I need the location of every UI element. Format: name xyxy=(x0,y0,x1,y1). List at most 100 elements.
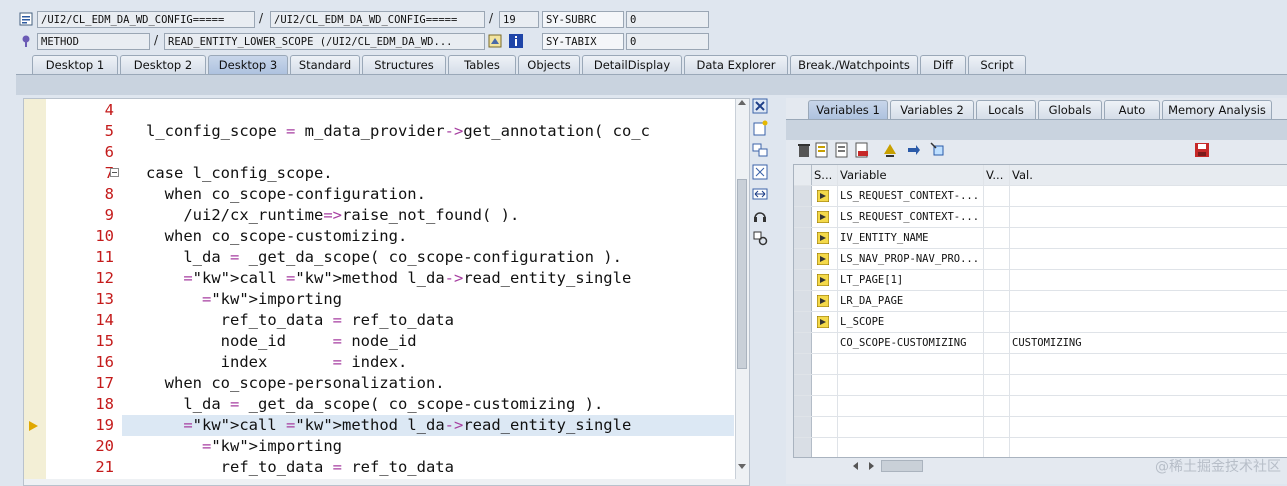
tab-structures[interactable]: Structures xyxy=(362,55,446,74)
resize-icon[interactable] xyxy=(752,186,768,202)
column-header-value[interactable]: Val. xyxy=(1010,165,1287,185)
delete-row-icon[interactable] xyxy=(854,142,870,158)
fold-toggle-icon[interactable] xyxy=(110,168,119,177)
navigate-icon[interactable] xyxy=(488,34,502,48)
scroll-up-arrow-icon[interactable] xyxy=(738,100,746,105)
insert-row-icon[interactable] xyxy=(814,142,830,158)
cell-value[interactable] xyxy=(1010,396,1287,416)
code-line[interactable]: 21 ref_to_data = ref_to_data xyxy=(24,457,749,478)
cell-variable[interactable]: LR_DA_PAGE xyxy=(838,291,984,311)
code-line[interactable]: 4 xyxy=(24,100,749,121)
code-line[interactable]: 13 ="kw">importing xyxy=(24,289,749,310)
maximize-icon[interactable] xyxy=(752,164,768,180)
table-row[interactable]: L_SCOPE xyxy=(794,312,1287,333)
cell-variable[interactable]: LS_REQUEST_CONTEXT-... xyxy=(838,186,984,206)
code-line[interactable]: 5 l_config_scope = m_data_provider->get_a… xyxy=(24,121,749,142)
code-line[interactable]: 9 /ui2/cx_runtime=>raise_not_found( ). xyxy=(24,205,749,226)
cell-variable[interactable]: LS_NAV_PROP-NAV_PRO... xyxy=(838,249,984,269)
table-row[interactable]: LT_PAGE[1] xyxy=(794,270,1287,291)
cell-variable[interactable]: LS_REQUEST_CONTEXT-... xyxy=(838,207,984,227)
cell-value[interactable] xyxy=(1010,207,1287,227)
row-selector[interactable] xyxy=(794,207,812,227)
editor-horizontal-scrollbar[interactable] xyxy=(24,479,749,485)
code-line[interactable]: 11 l_da = _get_da_scope( co_scope-config… xyxy=(24,247,749,268)
tab-detaildisplay[interactable]: DetailDisplay xyxy=(582,55,682,74)
row-selector[interactable] xyxy=(794,396,812,416)
code-line[interactable]: 7 case l_config_scope. xyxy=(24,163,749,184)
sysvar-value-field[interactable]: 0 xyxy=(626,33,709,50)
tab-auto[interactable]: Auto xyxy=(1104,100,1160,119)
save-icon[interactable] xyxy=(1194,142,1210,158)
delete-icon[interactable] xyxy=(796,142,812,158)
editor-vertical-scrollbar[interactable] xyxy=(735,99,749,485)
table-row[interactable] xyxy=(794,354,1287,375)
cell-value[interactable] xyxy=(1010,417,1287,437)
grid-corner[interactable] xyxy=(794,165,812,185)
scroll-thumb[interactable] xyxy=(737,179,747,369)
sysvar-name-field[interactable]: SY-TABIX xyxy=(542,33,624,50)
headset-icon[interactable] xyxy=(752,208,768,224)
column-header-variable[interactable]: Variable xyxy=(838,165,984,185)
code-line[interactable]: 16 index = index. xyxy=(24,352,749,373)
row-selector[interactable] xyxy=(794,417,812,437)
sysvar-name-field[interactable]: SY-SUBRC xyxy=(542,11,624,28)
row-selector[interactable] xyxy=(794,354,812,374)
settings-icon[interactable] xyxy=(752,230,768,246)
scroll-down-arrow-icon[interactable] xyxy=(738,464,746,469)
table-row[interactable]: LR_DA_PAGE xyxy=(794,291,1287,312)
code-line[interactable]: 12 ="kw">call ="kw">method l_da->read_en… xyxy=(24,268,749,289)
row-selector[interactable] xyxy=(794,312,812,332)
source-editor[interactable]: 4 5 l_config_scope = m_data_provider->get_… xyxy=(23,98,750,486)
row-selector[interactable] xyxy=(794,291,812,311)
row-selector[interactable] xyxy=(794,270,812,290)
tab-standard[interactable]: Standard xyxy=(290,55,360,74)
sysvar-value-field[interactable]: 0 xyxy=(626,11,709,28)
cell-value[interactable] xyxy=(1010,375,1287,395)
table-row[interactable]: CO_SCOPE-CUSTOMIZING CUSTOMIZING xyxy=(794,333,1287,354)
cell-value[interactable] xyxy=(1010,291,1287,311)
cell-value[interactable] xyxy=(1010,354,1287,374)
tab-memory-analysis[interactable]: Memory Analysis xyxy=(1162,100,1272,119)
move-icon[interactable] xyxy=(882,142,898,158)
cell-variable[interactable] xyxy=(838,396,984,416)
code-line[interactable]: 19 ="kw">call ="kw">method l_da->read_en… xyxy=(95,415,734,436)
program-field[interactable]: /UI2/CL_EDM_DA_WD_CONFIG===== xyxy=(37,11,255,28)
close-icon[interactable] xyxy=(752,98,768,114)
column-header-v[interactable]: V... xyxy=(984,165,1010,185)
event-type-field[interactable]: METHOD xyxy=(37,33,150,50)
code-line[interactable]: 18 l_da = _get_da_scope( co_scope-custom… xyxy=(24,394,749,415)
scroll-left-arrow-icon[interactable] xyxy=(853,462,858,470)
cell-value[interactable] xyxy=(1010,249,1287,269)
code-line[interactable]: 15 node_id = node_id xyxy=(24,331,749,352)
cell-value[interactable] xyxy=(1010,270,1287,290)
cell-value[interactable] xyxy=(1010,228,1287,248)
tab-objects[interactable]: Objects xyxy=(518,55,580,74)
tab-script[interactable]: Script xyxy=(968,55,1026,74)
cell-variable[interactable] xyxy=(838,375,984,395)
code-line[interactable]: 20 ="kw">importing xyxy=(24,436,749,457)
select-icon[interactable] xyxy=(930,142,946,158)
cell-value[interactable] xyxy=(1010,186,1287,206)
event-name-field[interactable]: READ_ENTITY_LOWER_SCOPE (/UI2/CL_EDM_DA_… xyxy=(164,33,485,50)
table-row[interactable]: IV_ENTITY_NAME xyxy=(794,228,1287,249)
table-row[interactable] xyxy=(794,417,1287,438)
row-selector[interactable] xyxy=(794,249,812,269)
column-header-s[interactable]: S... xyxy=(812,165,838,185)
tab-locals[interactable]: Locals xyxy=(976,100,1036,119)
tab-diff[interactable]: Diff xyxy=(920,55,966,74)
tab-tables[interactable]: Tables xyxy=(448,55,516,74)
row-selector[interactable] xyxy=(794,333,812,353)
code-line[interactable]: 14 ref_to_data = ref_to_data xyxy=(24,310,749,331)
cell-variable[interactable]: L_SCOPE xyxy=(838,312,984,332)
tab-globals[interactable]: Globals xyxy=(1038,100,1102,119)
new-tool-icon[interactable] xyxy=(752,120,768,136)
row-selector[interactable] xyxy=(794,438,812,457)
tab-break-watchpoints[interactable]: Break./Watchpoints xyxy=(790,55,918,74)
table-row[interactable] xyxy=(794,396,1287,417)
tab-variables-2[interactable]: Variables 2 xyxy=(890,100,974,119)
cell-variable[interactable] xyxy=(838,417,984,437)
code-line[interactable]: 6 xyxy=(24,142,749,163)
cell-variable[interactable] xyxy=(838,354,984,374)
row-selector[interactable] xyxy=(794,375,812,395)
table-row[interactable]: LS_NAV_PROP-NAV_PRO... xyxy=(794,249,1287,270)
